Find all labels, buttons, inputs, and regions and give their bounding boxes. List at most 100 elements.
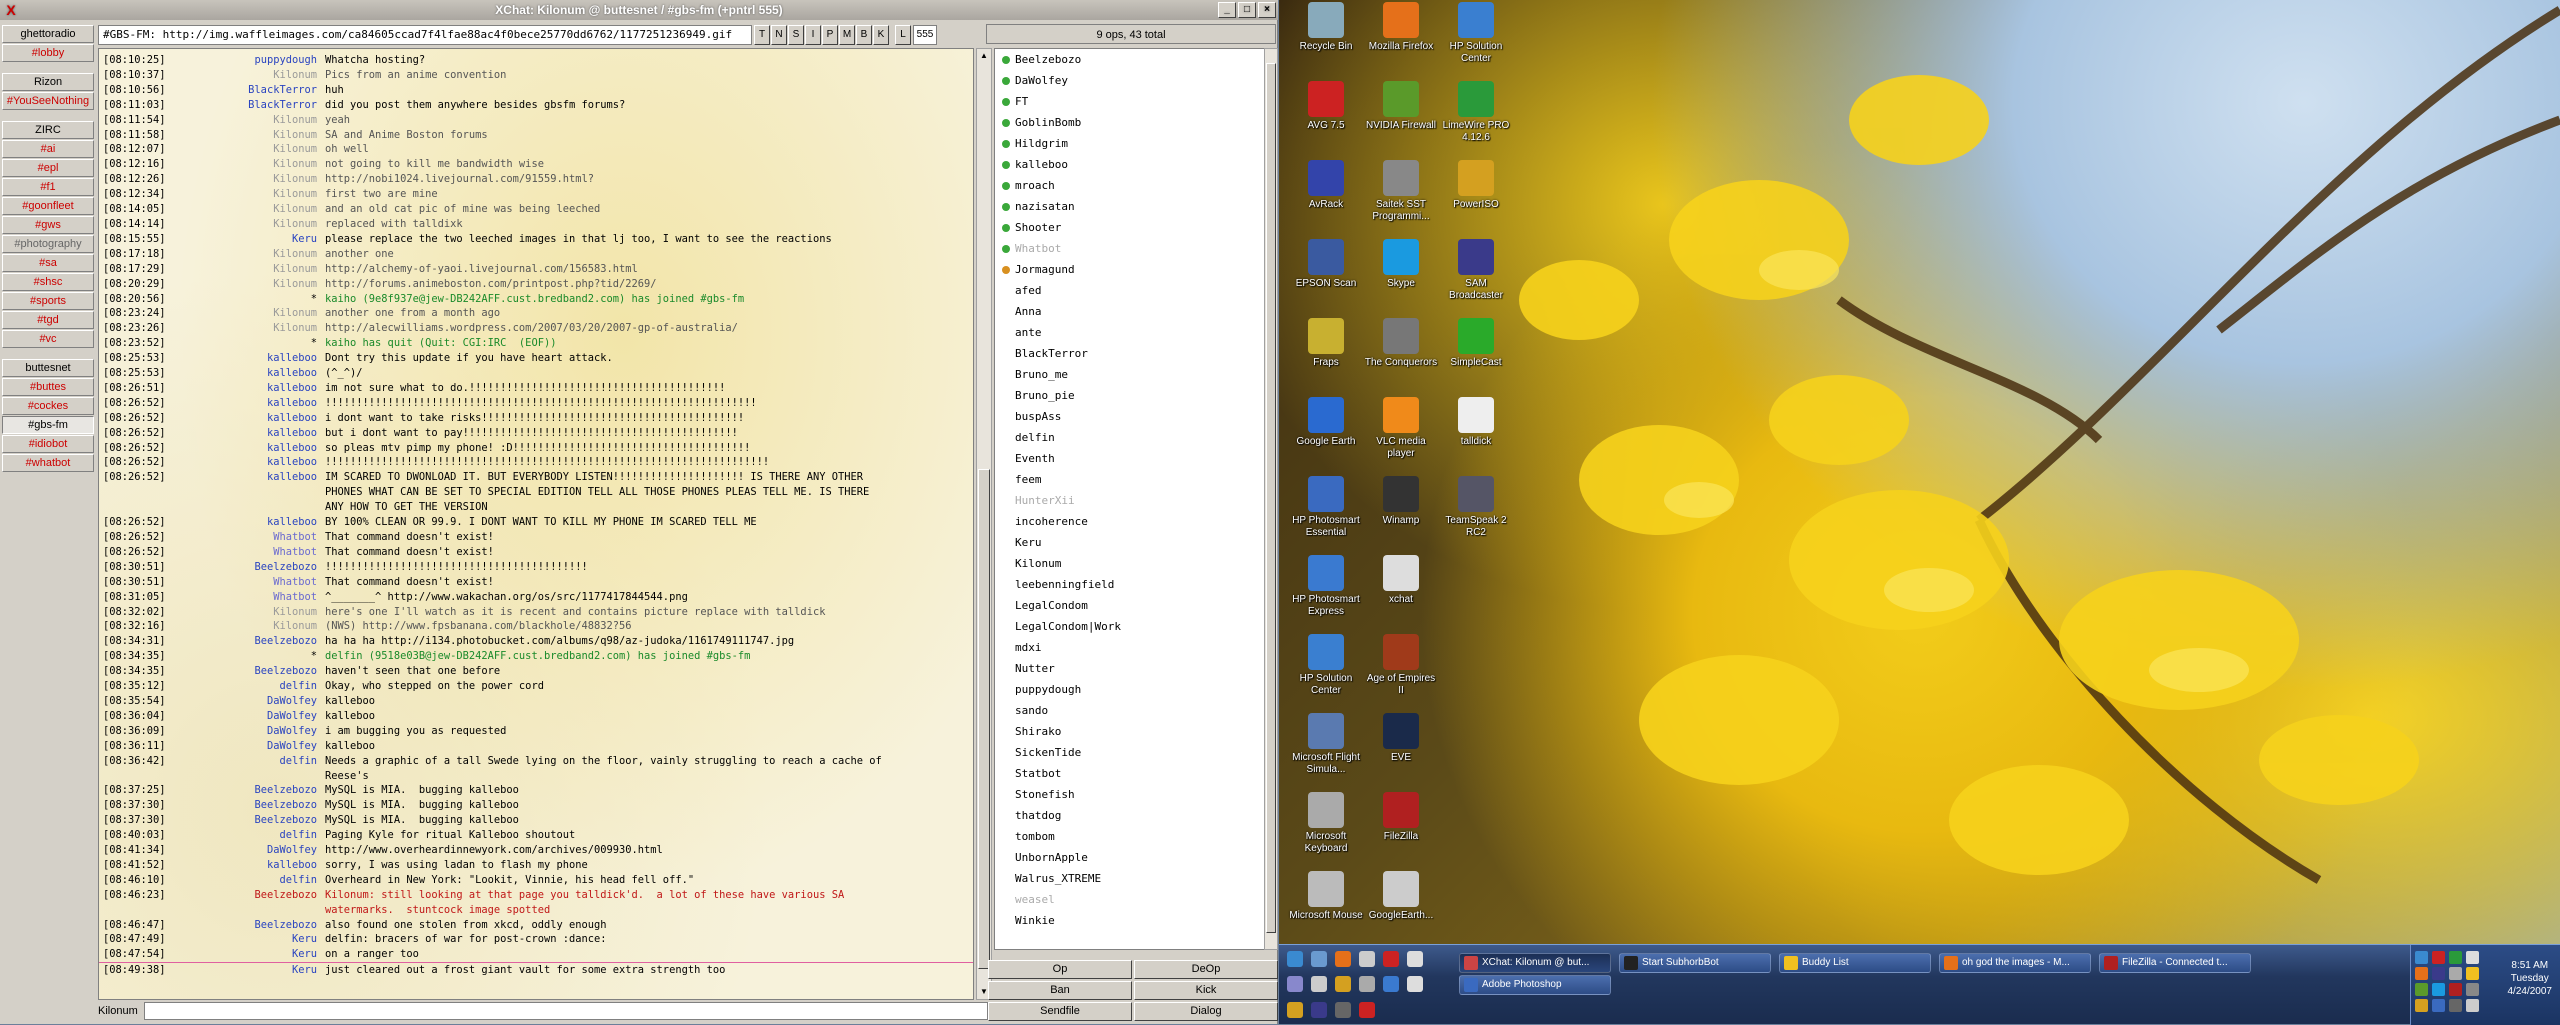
clock[interactable]: 8:51 AM Tuesday 4/24/2007	[2508, 959, 2553, 998]
user-list-item[interactable]: nazisatan	[995, 196, 1265, 217]
user-list-item[interactable]: FT	[995, 91, 1265, 112]
tray-icon[interactable]	[2466, 983, 2479, 996]
user-list-item[interactable]: LegalCondom	[995, 595, 1265, 616]
taskbar-button[interactable]: oh god the images - M...	[1939, 953, 2091, 973]
user-list-scrollbar[interactable]	[1264, 48, 1278, 950]
nick[interactable]: Kilonum	[223, 128, 323, 143]
quick-launch-icon[interactable]	[1359, 1001, 1375, 1018]
channel-tab[interactable]: #photography	[2, 235, 94, 253]
channel-tab[interactable]: #sa	[2, 254, 94, 272]
nick[interactable]: DaWolfey	[223, 739, 323, 754]
quick-launch-icon[interactable]	[1335, 976, 1351, 993]
user-list-scroll-thumb[interactable]	[1266, 63, 1276, 933]
tray-icon[interactable]	[2466, 967, 2479, 980]
nick[interactable]: *	[223, 336, 323, 351]
quick-launch-icon[interactable]	[1407, 951, 1423, 967]
desktop-icon[interactable]: Age of Empires II	[1364, 634, 1438, 697]
nick[interactable]: kalleboo	[223, 858, 323, 873]
channel-tab[interactable]: #YouSeeNothing	[2, 92, 94, 110]
nick[interactable]: Kilonum	[223, 113, 323, 128]
xchat-icon[interactable]: X	[3, 2, 19, 18]
desktop-icon[interactable]: EPSON Scan	[1289, 239, 1363, 290]
desktop-icon[interactable]: Winamp	[1364, 476, 1438, 527]
mode-s-button[interactable]: S	[788, 25, 804, 45]
desktop-icon[interactable]: HP Photosmart Express	[1289, 555, 1363, 618]
user-list-item[interactable]: Nutter	[995, 658, 1265, 679]
nick[interactable]: Beelzebozo	[223, 888, 323, 903]
nick[interactable]: kalleboo	[223, 515, 323, 530]
channel-tab[interactable]: #lobby	[2, 44, 94, 62]
quick-launch-icon[interactable]	[1287, 976, 1303, 993]
tray-icon[interactable]	[2432, 983, 2445, 996]
nick[interactable]: kalleboo	[223, 426, 323, 441]
nick[interactable]: Kilonum	[223, 277, 323, 292]
user-list-item[interactable]: sando	[995, 700, 1265, 721]
user-list-item[interactable]: afed	[995, 280, 1265, 301]
user-list[interactable]: Beelzebozo DaWolfey FT GoblinBomb Hildgrim ka…	[994, 48, 1266, 950]
server-tab[interactable]: Rizon	[2, 73, 94, 91]
chat-scroll-thumb[interactable]	[978, 469, 990, 969]
nick[interactable]: kalleboo	[223, 396, 323, 411]
user-list-item[interactable]: BlackTerror	[995, 343, 1265, 364]
user-list-item[interactable]: feem	[995, 469, 1265, 490]
desktop-icon[interactable]: SAM Broadcaster	[1439, 239, 1513, 302]
taskbar-button[interactable]: FileZilla - Connected t...	[2099, 953, 2251, 973]
tray-icon[interactable]	[2449, 951, 2462, 964]
user-list-item[interactable]: Kilonum	[995, 553, 1265, 574]
tray-icon[interactable]	[2432, 951, 2445, 964]
nick[interactable]: Kilonum	[223, 321, 323, 336]
nick[interactable]: DaWolfey	[223, 709, 323, 724]
mode-n-button[interactable]: N	[771, 25, 787, 45]
nick[interactable]: Keru	[223, 232, 323, 247]
channel-tab[interactable]: #shsc	[2, 273, 94, 291]
quick-launch-icon[interactable]	[1311, 976, 1327, 993]
nick[interactable]: Kilonum	[223, 605, 323, 620]
nick[interactable]: Keru	[223, 932, 323, 947]
desktop-icon[interactable]: TeamSpeak 2 RC2	[1439, 476, 1513, 539]
user-list-item[interactable]: Walrus_XTREME	[995, 868, 1265, 889]
tray-icon[interactable]	[2415, 999, 2428, 1012]
tray-icon[interactable]	[2415, 983, 2428, 996]
desktop-icon[interactable]: HP Solution Center	[1439, 2, 1513, 65]
desktop-icon[interactable]: NVIDIA Firewall	[1364, 81, 1438, 132]
nick[interactable]: Kilonum	[223, 247, 323, 262]
user-list-item[interactable]: delfin	[995, 427, 1265, 448]
nick[interactable]: Kilonum	[223, 68, 323, 83]
deop-button[interactable]: DeOp	[1134, 960, 1278, 979]
nick[interactable]: Keru	[223, 963, 323, 978]
user-list-item[interactable]: weasel	[995, 889, 1265, 910]
nick[interactable]: delfin	[223, 679, 323, 694]
chat-log[interactable]: [08:10:25] puppydough Whatcha hosting? [08:…	[98, 48, 974, 1000]
nick[interactable]: kalleboo	[223, 366, 323, 381]
user-list-item[interactable]: Whatbot	[995, 238, 1265, 259]
nick[interactable]: kalleboo	[223, 411, 323, 426]
limit-field[interactable]: 555	[913, 25, 937, 45]
nick[interactable]: delfin	[223, 873, 323, 888]
tray-icon[interactable]	[2466, 999, 2479, 1012]
user-list-item[interactable]: Jormagund	[995, 259, 1265, 280]
nick[interactable]: Kilonum	[223, 619, 323, 634]
nick[interactable]: Kilonum	[223, 157, 323, 172]
quick-launch-icon[interactable]	[1287, 1001, 1303, 1018]
user-list-item[interactable]: tombom	[995, 826, 1265, 847]
desktop-icon[interactable]: AvRack	[1289, 160, 1363, 211]
nick[interactable]: Beelzebozo	[223, 783, 323, 798]
nick[interactable]: Whatbot	[223, 575, 323, 590]
mode-k-button[interactable]: K	[873, 25, 889, 45]
desktop-icon[interactable]: HP Photosmart Essential	[1289, 476, 1363, 539]
channel-tab[interactable]: #buttes	[2, 378, 94, 396]
nick[interactable]	[223, 485, 323, 500]
close-button[interactable]: ×	[1258, 2, 1276, 18]
nick[interactable]: Kilonum	[223, 187, 323, 202]
nick[interactable]: Kilonum	[223, 202, 323, 217]
title-bar[interactable]: X XChat: Kilonum @ buttesnet / #gbs-fm (…	[0, 0, 1278, 20]
minimize-button[interactable]: _	[1218, 2, 1236, 18]
user-list-item[interactable]: puppydough	[995, 679, 1265, 700]
server-tab[interactable]: ghettoradio	[2, 25, 94, 43]
desktop-icon[interactable]: Microsoft Flight Simula...	[1289, 713, 1363, 776]
user-list-item[interactable]: Bruno_pie	[995, 385, 1265, 406]
user-list-item[interactable]: Bruno_me	[995, 364, 1265, 385]
desktop-icon[interactable]: talldick	[1439, 397, 1513, 448]
channel-tab[interactable]: #sports	[2, 292, 94, 310]
taskbar-button[interactable]: XChat: Kilonum @ but...	[1459, 953, 1611, 973]
